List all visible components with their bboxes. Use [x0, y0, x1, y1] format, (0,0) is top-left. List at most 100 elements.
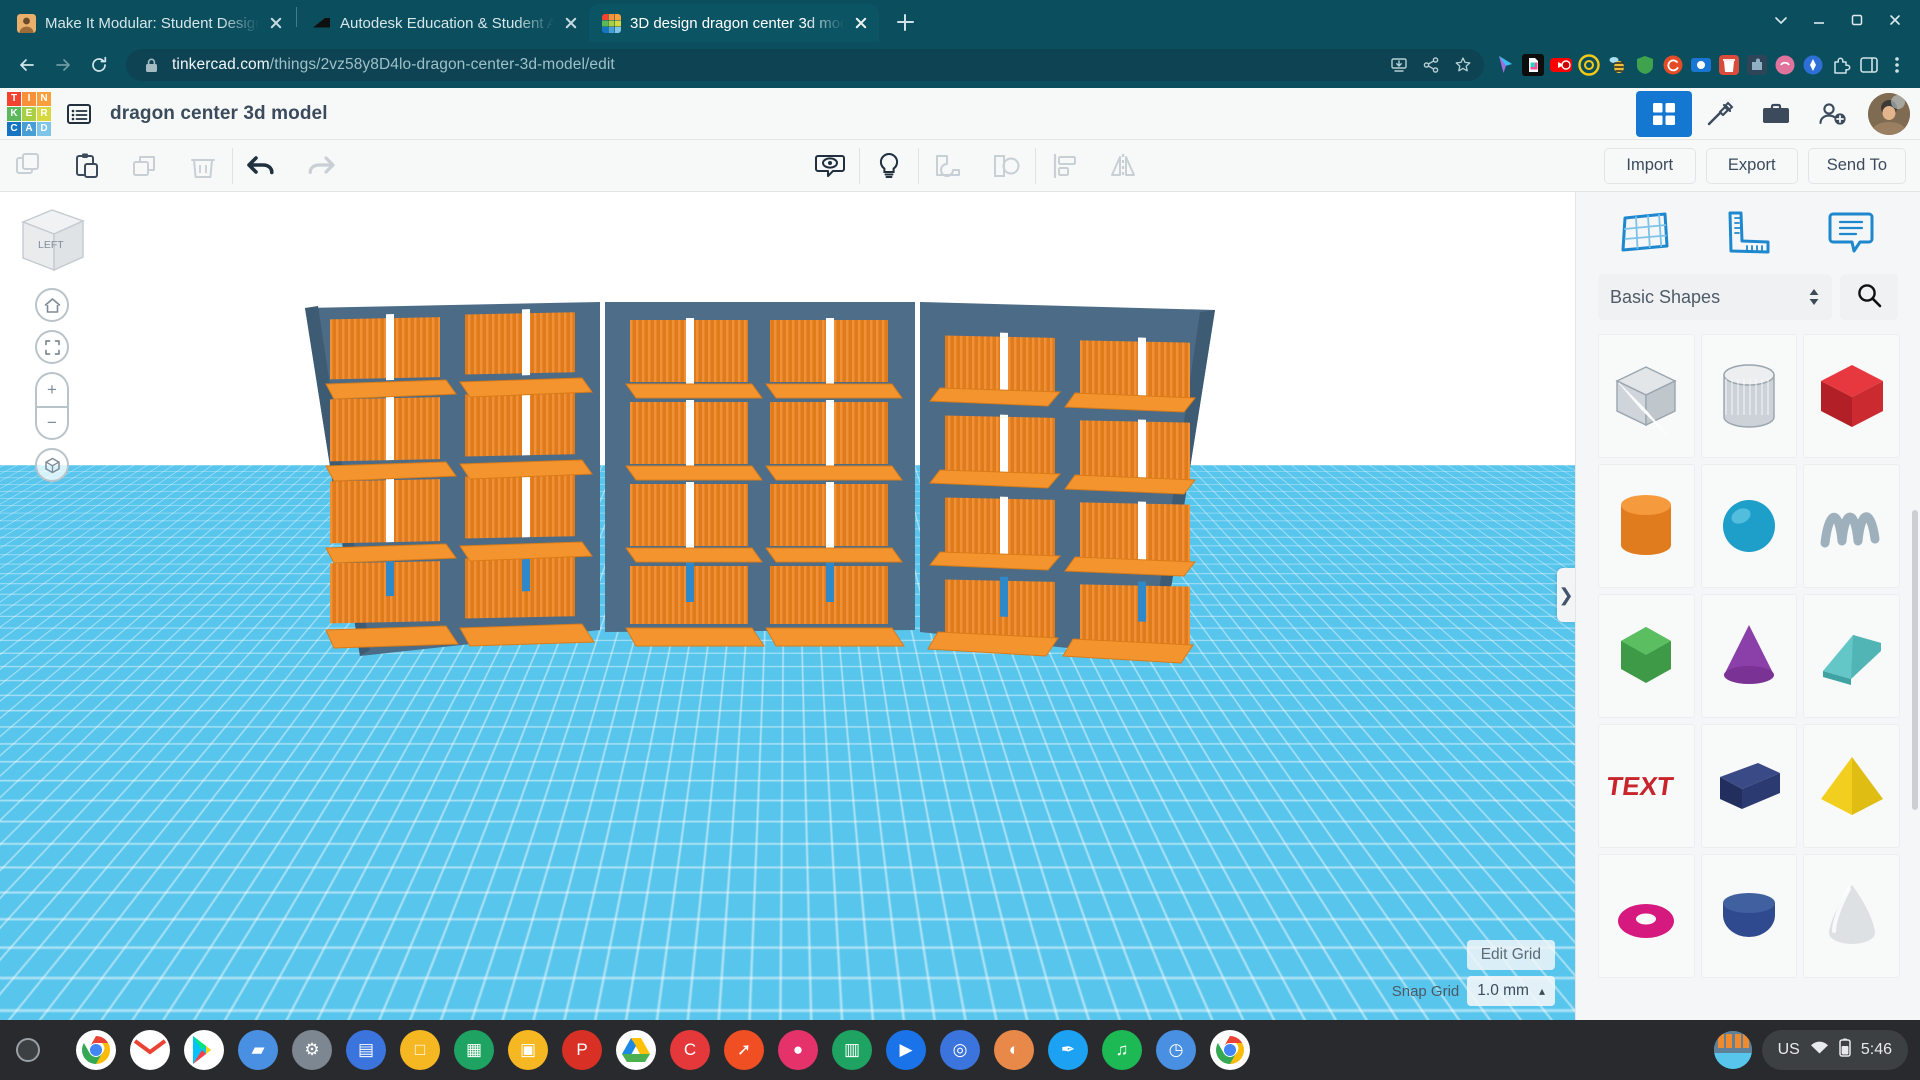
drive-app-icon[interactable] [616, 1030, 656, 1070]
sidebar-icon[interactable] [1856, 52, 1882, 78]
browser-tab-1[interactable]: Make It Modular: Student Design [4, 4, 294, 42]
box-shape[interactable] [1803, 334, 1900, 458]
blocks-view-button[interactable] [1636, 90, 1692, 137]
canvas-app-icon[interactable]: C [670, 1030, 710, 1070]
shapes-scrollbar[interactable] [1912, 492, 1918, 1016]
camera-extension-icon[interactable] [1688, 52, 1714, 78]
close-icon[interactable] [268, 15, 284, 31]
trash-extension-icon[interactable] [1716, 52, 1742, 78]
mirror-button[interactable] [1094, 140, 1152, 192]
shape-search-button[interactable] [1840, 274, 1898, 320]
fit-view-button[interactable] [35, 330, 69, 364]
notes-tab[interactable] [1820, 205, 1882, 261]
new-tab-button[interactable] [887, 5, 923, 39]
green-shield-icon[interactable] [1632, 52, 1658, 78]
sheets-app-icon[interactable]: ▦ [454, 1030, 494, 1070]
docs-app-icon[interactable]: ▤ [346, 1030, 386, 1070]
install-icon[interactable] [1388, 54, 1410, 76]
meet-app-icon[interactable]: ▶ [886, 1030, 926, 1070]
pyramid-shape[interactable] [1803, 724, 1900, 848]
tinkercad-logo[interactable]: TIN KER CAD [0, 88, 58, 140]
gallery-button[interactable] [1748, 91, 1804, 137]
cylinder-shape[interactable] [1598, 464, 1695, 588]
grammarly-icon[interactable] [1660, 52, 1686, 78]
export-button[interactable]: Export [1705, 147, 1798, 184]
document-extension-icon[interactable] [1520, 52, 1546, 78]
torus-shape[interactable] [1598, 854, 1695, 978]
align-button[interactable] [1036, 140, 1094, 192]
honey-extension-icon[interactable] [1576, 52, 1602, 78]
bookmark-star-icon[interactable] [1452, 54, 1474, 76]
browser-tab-3-active[interactable]: 3D design dragon center 3d mod [589, 4, 879, 42]
sphere-shape[interactable] [1700, 464, 1798, 588]
puzzle-dark-icon[interactable] [1744, 52, 1770, 78]
url-bar[interactable]: tinkercad.com/things/2vz58y8D4lo-dragon-… [126, 49, 1484, 81]
shapes-tab[interactable] [1614, 205, 1676, 261]
snap-grid-select[interactable]: 1.0 mm ▴ [1467, 976, 1555, 1006]
list-menu-icon[interactable] [64, 99, 94, 129]
zoom-in-button[interactable]: + [35, 372, 69, 406]
tab-search-chevron-icon[interactable] [1764, 5, 1798, 35]
ungroup-button[interactable] [977, 140, 1035, 192]
copy-button[interactable] [0, 140, 58, 192]
import-button[interactable]: Import [1603, 147, 1696, 184]
close-icon[interactable] [563, 15, 579, 31]
forward-button[interactable] [46, 48, 80, 82]
files-app-icon[interactable]: ▰ [238, 1030, 278, 1070]
pdf-app-icon[interactable]: P [562, 1030, 602, 1070]
wedge-shape[interactable] [1700, 724, 1798, 848]
browser-tab-2[interactable]: Autodesk Education & Student Ac [299, 4, 589, 42]
send-to-button[interactable]: Send To [1807, 147, 1906, 184]
user-avatar[interactable] [1868, 92, 1910, 135]
bluebird-app-icon[interactable]: ✒ [1048, 1030, 1088, 1070]
light-button[interactable] [860, 140, 918, 192]
puzzle-icon[interactable] [1828, 52, 1854, 78]
camera-app-icon[interactable]: ◎ [940, 1030, 980, 1070]
box-hollow-shape[interactable] [1598, 334, 1695, 458]
cone-shape[interactable] [1700, 594, 1798, 718]
pink-extension-icon[interactable] [1772, 52, 1798, 78]
reload-button[interactable] [82, 48, 116, 82]
panel-collapse-button[interactable]: ❯ [1557, 568, 1575, 622]
spotify-app-icon[interactable]: ♫ [1102, 1030, 1142, 1070]
browser-app-icon[interactable]: ◐ [994, 1030, 1034, 1070]
paste-button[interactable] [58, 140, 116, 192]
roof-shape[interactable] [1803, 594, 1900, 718]
gmail-app-icon[interactable] [130, 1030, 170, 1070]
play-store-app-icon[interactable] [184, 1030, 224, 1070]
classroom-app-icon[interactable]: ▥ [832, 1030, 872, 1070]
codeblocks-button[interactable] [1692, 91, 1748, 137]
group-button[interactable] [919, 140, 977, 192]
blue-extension-icon[interactable] [1800, 52, 1826, 78]
close-icon[interactable] [853, 15, 869, 31]
keep-app-icon[interactable]: □ [400, 1030, 440, 1070]
settings-app-icon[interactable]: ⚙ [292, 1030, 332, 1070]
youtube-recorder-icon[interactable] [1548, 52, 1574, 78]
scrollbar-thumb[interactable] [1912, 510, 1918, 810]
share-icon[interactable] [1420, 54, 1442, 76]
polygon-shape[interactable] [1598, 594, 1695, 718]
scribble-shape[interactable] [1803, 464, 1900, 588]
maximize-button[interactable] [1840, 5, 1874, 35]
duplicate-button[interactable] [116, 140, 174, 192]
bee-extension-icon[interactable] [1604, 52, 1630, 78]
view-cube[interactable]: LEFT [13, 202, 91, 280]
chrome-secondary-icon[interactable] [1210, 1030, 1250, 1070]
shelving-model[interactable] [300, 300, 1215, 664]
edit-grid-button[interactable]: Edit Grid [1466, 940, 1555, 970]
perspective-toggle-button[interactable] [35, 448, 69, 482]
cursor-extension-icon[interactable] [1492, 52, 1518, 78]
shape-category-select[interactable]: Basic Shapes [1598, 274, 1832, 320]
undo-button[interactable] [233, 140, 291, 192]
design-title[interactable]: dragon center 3d model [110, 103, 328, 125]
paraboloid-shape[interactable] [1803, 854, 1900, 978]
slides-app-icon[interactable]: ▣ [508, 1030, 548, 1070]
rocket-app-icon[interactable]: ➚ [724, 1030, 764, 1070]
cylinder-hollow-shape[interactable] [1700, 334, 1798, 458]
ruler-tab[interactable] [1717, 205, 1779, 261]
minimize-button[interactable] [1802, 5, 1836, 35]
delete-button[interactable] [174, 140, 232, 192]
launcher-button[interactable] [0, 1038, 56, 1062]
status-area[interactable]: US 5:46 [1761, 1030, 1908, 1070]
3d-canvas[interactable]: LEFT + − Edit Grid Snap Grid 1.0 mm ▴ [0, 192, 1575, 1020]
